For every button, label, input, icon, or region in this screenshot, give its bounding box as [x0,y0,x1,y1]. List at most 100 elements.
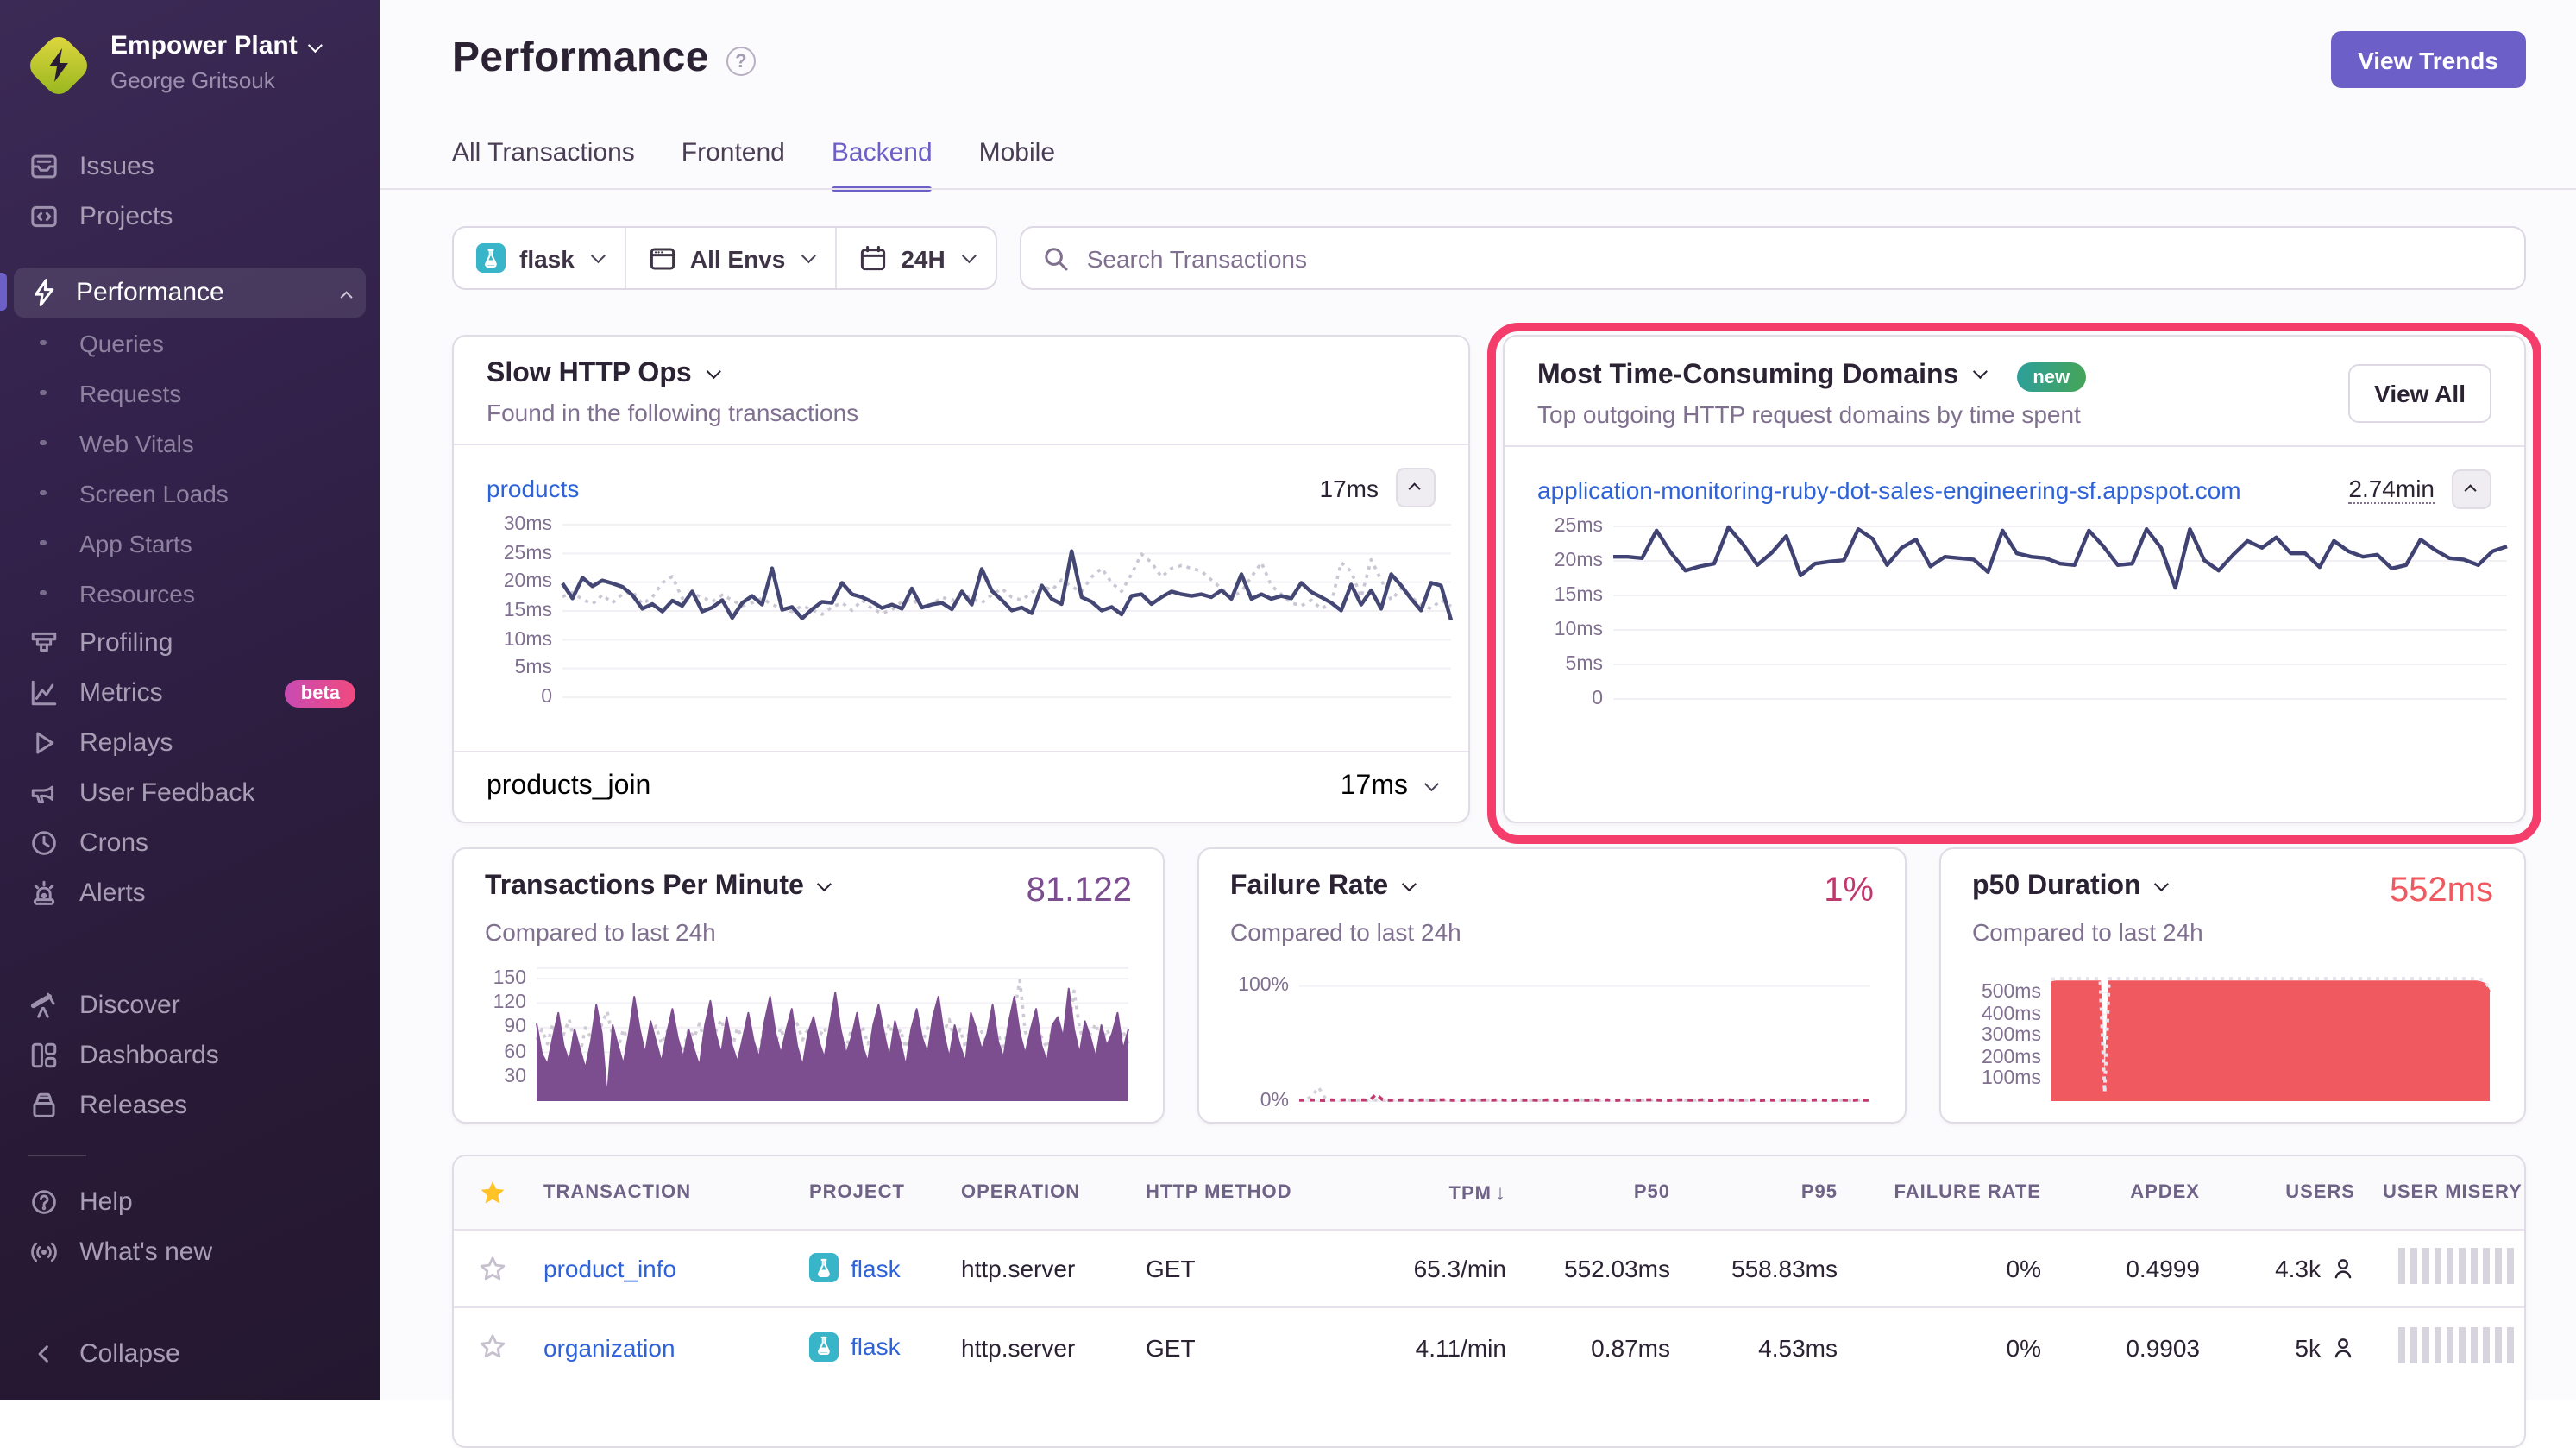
domain-link[interactable]: application-monitoring-ruby-dot-sales-en… [1537,475,2241,503]
star-column-header[interactable] [454,1178,530,1207]
sidebar-item-label: Dashboards [79,1041,219,1070]
page-filters: flask All Envs 24H [452,226,997,290]
favorite-star-button[interactable] [454,1254,530,1283]
sidebar-item-requests[interactable]: Requests [0,368,380,418]
collapse-row-button[interactable] [1396,468,1436,507]
new-badge: new [2017,362,2085,392]
domain-time-spent[interactable]: 2.74min [2348,475,2435,504]
col-tpm[interactable]: TPM↓ [1365,1180,1520,1205]
flask-project-icon [809,1254,839,1283]
failure-rate-cell: 0% [1851,1255,2055,1282]
project-filter-label: flask [519,244,575,272]
products-link[interactable]: products [487,474,579,501]
failure-rate-subtitle: Compared to last 24h [1230,918,1874,946]
beta-badge: beta [286,679,355,707]
sidebar-item-label: Collapse [79,1339,180,1369]
slow-http-ops-title[interactable]: Slow HTTP Ops [487,359,1436,390]
sidebar-item-label: What's new [79,1237,212,1267]
help-circle-icon[interactable]: ? [726,47,756,76]
sidebar-item-alerts[interactable]: Alerts [0,868,380,918]
bullet-icon [28,477,59,508]
sidebar-item-user-feedback[interactable]: User Feedback [0,768,380,818]
sidebar-item-label: User Feedback [79,778,254,808]
sidebar-item-label: Screen Loads [79,479,229,507]
col-p50[interactable]: P50 [1520,1182,1684,1203]
date-range-filter[interactable]: 24H [835,228,995,288]
sidebar-item-what-s-new[interactable]: What's new [0,1227,380,1277]
col-p95[interactable]: P95 [1684,1182,1851,1203]
sidebar-item-resources[interactable]: Resources [0,568,380,618]
transactions-table: TRANSACTION PROJECT OPERATION HTTP METHO… [452,1155,2526,1448]
sidebar-item-label: Metrics [79,678,163,708]
sidebar-item-replays[interactable]: Replays [0,718,380,768]
project-link[interactable]: flask [851,1333,901,1361]
main-content: Performance ? View Trends All Transactio… [380,0,2576,1400]
lightning-icon [28,277,59,308]
domains-widget-title[interactable]: Most Time-Consuming Domainsnew [1537,359,2348,392]
tpm-title[interactable]: Transactions Per Minute [485,872,828,903]
star-outline-icon [477,1332,506,1362]
col-project[interactable]: PROJECT [795,1182,947,1203]
search-input[interactable] [1084,242,2504,274]
chevron-down-icon[interactable] [1424,777,1439,791]
sidebar-item-help[interactable]: Help [0,1177,380,1227]
sidebar-item-label: Queries [79,329,164,356]
tab-frontend[interactable]: Frontend [682,138,785,192]
col-apdex[interactable]: APDEX [2055,1182,2214,1203]
sidebar-item-issues[interactable]: Issues [0,142,380,192]
col-http-method[interactable]: HTTP METHOD [1132,1182,1365,1203]
sidebar-item-discover[interactable]: Discover [0,980,380,1030]
sidebar-item-metrics[interactable]: Metrics beta [0,668,380,718]
tab-all-transactions[interactable]: All Transactions [452,138,635,192]
flask-project-icon [476,243,506,273]
sidebar-item-web-vitals[interactable]: Web Vitals [0,418,380,468]
col-transaction[interactable]: TRANSACTION [530,1182,795,1203]
tpm-value: 81.122 [1027,872,1132,911]
slow-http-chart-block: 30ms25ms20ms15ms10ms5ms0 [454,518,1468,701]
sidebar-item-queries[interactable]: Queries [0,318,380,368]
products-join-link[interactable]: products_join [487,771,650,803]
sidebar-collapse-button[interactable]: Collapse [0,1329,380,1379]
col-user-misery[interactable]: USER MISERY [2369,1182,2526,1203]
chevron-down-icon [2154,876,2169,891]
bullet-icon [28,527,59,558]
view-trends-button[interactable]: View Trends [2330,31,2526,88]
chevron-down-icon [817,876,832,891]
sidebar-item-label: Performance [76,278,224,307]
transaction-link[interactable]: organization [543,1333,675,1361]
sidebar-item-performance[interactable]: Performance [14,268,366,318]
http-method-cell: GET [1132,1255,1365,1282]
p50-duration-title[interactable]: p50 Duration [1972,872,2165,903]
org-switcher[interactable]: Empower Plant George Gritsouk [0,24,380,97]
col-users[interactable]: USERS [2214,1182,2369,1203]
sidebar-item-releases[interactable]: Releases [0,1080,380,1130]
bullet-icon [28,577,59,608]
col-operation[interactable]: OPERATION [947,1182,1132,1203]
domains-chart [1613,526,2507,699]
sidebar-item-app-starts[interactable]: App Starts [0,518,380,568]
sidebar-item-dashboards[interactable]: Dashboards [0,1030,380,1080]
view-all-button[interactable]: View All [2348,364,2491,423]
project-link[interactable]: flask [851,1255,901,1282]
collapse-row-button[interactable] [2452,469,2491,509]
favorite-star-button[interactable] [454,1332,530,1362]
sidebar-item-screen-loads[interactable]: Screen Loads [0,468,380,518]
failure-rate-title[interactable]: Failure Rate [1230,872,1412,903]
sentry-org-logo [28,35,90,97]
col-failure-rate[interactable]: FAILURE RATE [1851,1182,2055,1203]
sidebar-item-projects[interactable]: Projects [0,192,380,242]
tpm-chart-block: 150120906030 [485,966,1132,1101]
products-join-duration: 17ms [1341,771,1408,803]
transaction-link[interactable]: product_info [543,1255,676,1282]
tab-mobile[interactable]: Mobile [979,138,1055,192]
sidebar-item-crons[interactable]: Crons [0,818,380,868]
p50-duration-subtitle: Compared to last 24h [1972,918,2493,946]
chevron-down-icon [801,248,816,262]
apdex-cell: 0.4999 [2055,1255,2214,1282]
tab-backend[interactable]: Backend [832,138,933,192]
active-item-accent [0,273,7,311]
environment-filter[interactable]: All Envs [625,228,836,288]
project-filter[interactable]: flask [454,228,625,288]
p50-duration-widget: p50 Duration 552ms Compared to last 24h … [1939,847,2526,1124]
sidebar-item-profiling[interactable]: Profiling [0,618,380,668]
